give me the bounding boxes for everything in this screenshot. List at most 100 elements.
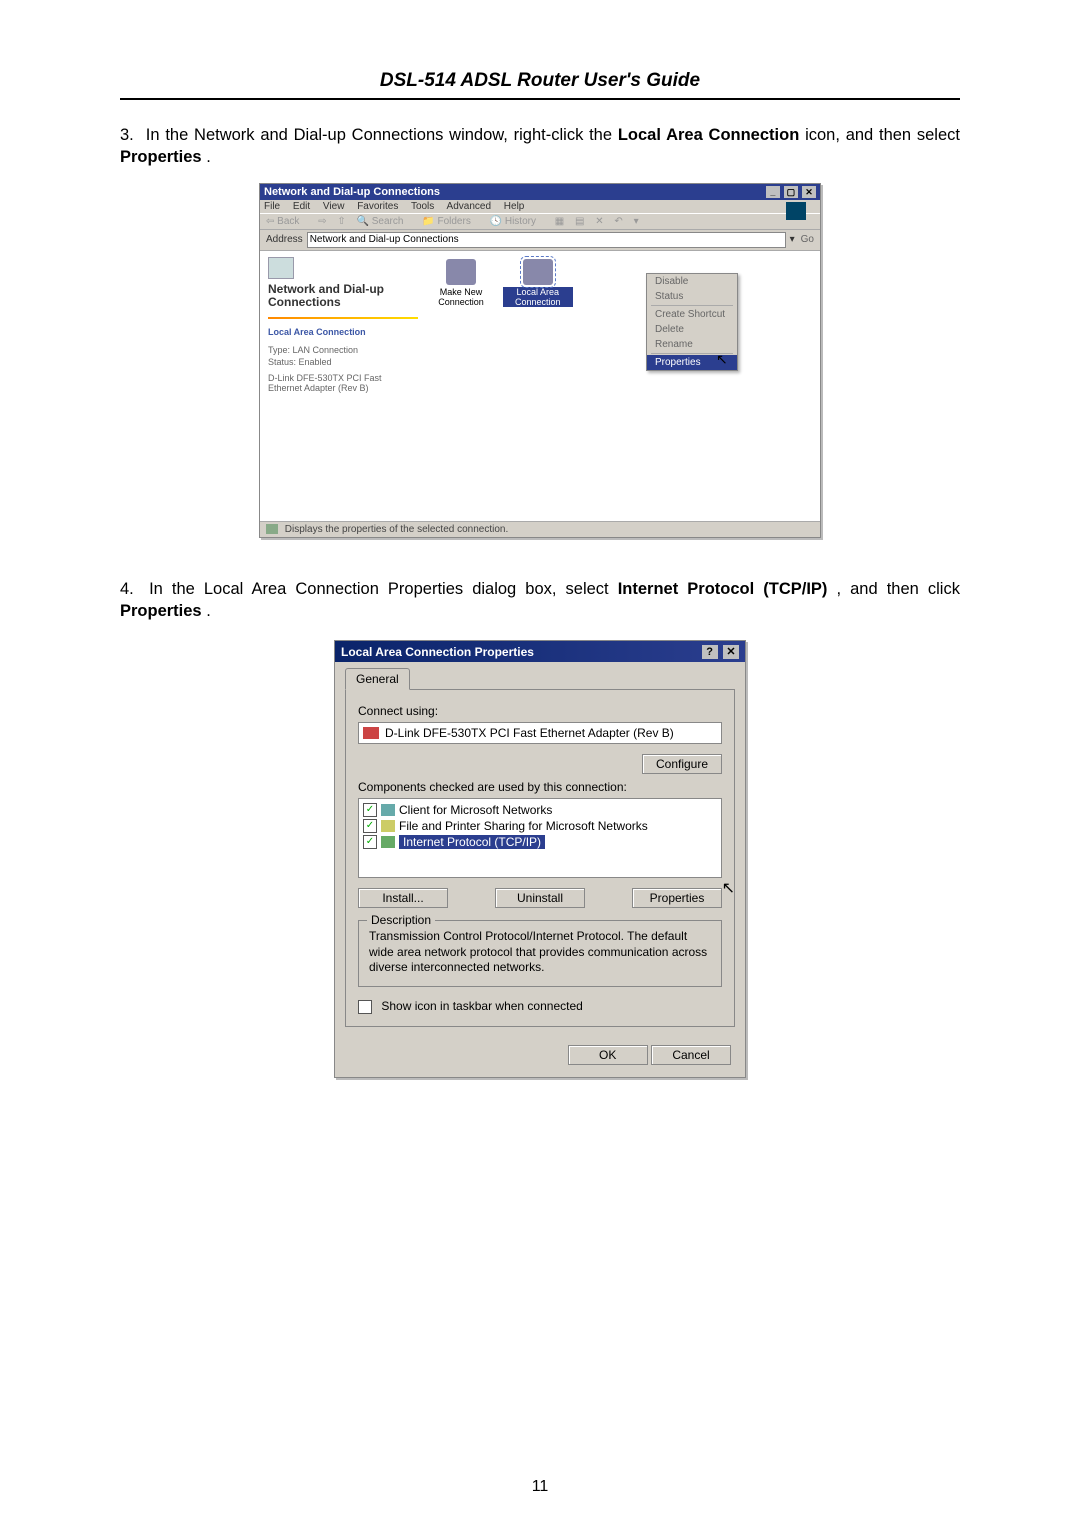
go-button[interactable]: Go — [801, 234, 814, 245]
address-bar: Address ▾ Go — [260, 230, 820, 251]
misc-tool-1-icon[interactable]: ▦ — [555, 216, 564, 227]
step-3-b1: Local Area Connection — [618, 126, 799, 144]
ok-button[interactable]: OK — [568, 1045, 648, 1065]
step-3-b2: Properties — [120, 148, 202, 166]
status-text: Displays the properties of the selected … — [285, 524, 508, 535]
content-area: Make New Connection Local Area Connectio… — [426, 251, 820, 521]
description-groupbox: Description Transmission Control Protoco… — [358, 920, 722, 987]
description-text: Transmission Control Protocol/Internet P… — [369, 929, 711, 976]
step-3-t2: icon, and then select — [805, 126, 960, 144]
side-device: D-Link DFE-530TX PCI Fast Ethernet Adapt… — [268, 373, 418, 393]
back-button[interactable]: ⇦ Back — [266, 216, 307, 227]
window-titlebar: Network and Dial-up Connections _ ▢ ✕ — [260, 184, 820, 200]
configure-button[interactable]: Configure — [642, 754, 722, 774]
adapter-box: D-Link DFE-530TX PCI Fast Ethernet Adapt… — [358, 722, 722, 744]
search-button[interactable]: 🔍 Search — [357, 216, 412, 227]
misc-tool-5-icon[interactable]: ▾ — [634, 216, 639, 227]
header-rule — [120, 98, 960, 100]
help-icon[interactable]: ? — [702, 645, 718, 659]
menu-favorites[interactable]: Favorites — [357, 201, 398, 212]
side-link: Local Area Connection — [268, 327, 418, 337]
misc-tool-3-icon[interactable]: ✕ — [595, 216, 603, 227]
step-3-t1: In the Network and Dial-up Connections w… — [146, 126, 618, 144]
dialog-titlebar: Local Area Connection Properties ? ✕ — [335, 641, 745, 662]
list-item[interactable]: File and Printer Sharing for Microsoft N… — [363, 818, 717, 834]
checkbox[interactable] — [363, 803, 377, 817]
component-icon — [381, 820, 395, 832]
local-area-connection-icon[interactable]: Local Area Connection — [503, 259, 573, 307]
checkbox[interactable] — [363, 819, 377, 833]
configure-row: Configure — [358, 754, 722, 774]
dialog-controls: ? ✕ — [700, 644, 739, 659]
ctx-rename[interactable]: Rename — [647, 337, 737, 352]
address-dropdown-icon[interactable]: ▾ — [790, 234, 795, 245]
window-controls: _ ▢ ✕ — [765, 186, 816, 198]
component-buttons: Install... Uninstall Properties — [358, 888, 722, 908]
dialog-bottom-buttons: OK Cancel — [335, 1037, 745, 1077]
menu-advanced[interactable]: Advanced — [447, 201, 491, 212]
tab-general[interactable]: General — [345, 668, 410, 690]
minimize-icon[interactable]: _ — [766, 186, 780, 198]
install-button[interactable]: Install... — [358, 888, 448, 908]
checkbox[interactable] — [363, 835, 377, 849]
step-4-num: 4. — [120, 578, 140, 600]
close-icon[interactable]: ✕ — [802, 186, 816, 198]
figure-2-wrap: Local Area Connection Properties ? ✕ Gen… — [120, 636, 960, 1078]
close-icon[interactable]: ✕ — [723, 645, 739, 659]
show-icon-row: Show icon in taskbar when connected — [358, 999, 722, 1014]
folder-icon — [268, 257, 294, 279]
address-input[interactable] — [307, 232, 786, 248]
components-list[interactable]: Client for Microsoft Networks File and P… — [358, 798, 722, 878]
lan-glyph-icon — [523, 259, 553, 285]
icon1-caption: Make New Connection — [426, 287, 496, 307]
menu-view[interactable]: View — [323, 201, 345, 212]
history-button[interactable]: 🕓 History — [490, 216, 544, 227]
menu-help[interactable]: Help — [504, 201, 525, 212]
ctx-status[interactable]: Status — [647, 289, 737, 304]
cursor-icon: ↖ — [716, 351, 728, 368]
side-panel: Network and Dial-up Connections Local Ar… — [260, 251, 426, 521]
maximize-icon[interactable]: ▢ — [784, 186, 798, 198]
up-button[interactable]: ⇧ — [337, 216, 345, 227]
connection-glyph-icon — [446, 259, 476, 285]
menu-tools[interactable]: Tools — [411, 201, 434, 212]
toolbar: ⇦ Back ⇨ ⇧ 🔍 Search 📁 Folders 🕓 History … — [260, 213, 820, 230]
ctx-delete[interactable]: Delete — [647, 322, 737, 337]
folders-button[interactable]: 📁 Folders — [422, 216, 479, 227]
nic-icon — [363, 727, 379, 739]
step-4-t3: . — [206, 602, 211, 620]
step-3: 3. In the Network and Dial-up Connection… — [120, 124, 960, 169]
misc-tool-2-icon[interactable]: ▤ — [575, 216, 584, 227]
forward-button[interactable]: ⇨ — [318, 216, 326, 227]
side-status: Status: Enabled — [268, 357, 418, 367]
misc-tool-4-icon[interactable]: ↶ — [614, 216, 622, 227]
cancel-button[interactable]: Cancel — [651, 1045, 731, 1065]
show-icon-label: Show icon in taskbar when connected — [381, 999, 582, 1013]
menu-file[interactable]: File — [264, 201, 280, 212]
list-item[interactable]: Internet Protocol (TCP/IP) — [363, 834, 717, 850]
side-divider — [268, 317, 418, 319]
ctx-disable[interactable]: Disable — [647, 274, 737, 289]
status-icon — [266, 524, 278, 534]
menu-edit[interactable]: Edit — [293, 201, 310, 212]
ctx-create-shortcut[interactable]: Create Shortcut — [647, 307, 737, 322]
step-4-t1: In the Local Area Connection Properties … — [149, 580, 618, 598]
step-4: 4. In the Local Area Connection Properti… — [120, 578, 960, 623]
uninstall-button[interactable]: Uninstall — [495, 888, 585, 908]
show-icon-checkbox[interactable] — [358, 1000, 372, 1014]
list-item[interactable]: Client for Microsoft Networks — [363, 802, 717, 818]
windows-logo-icon — [786, 202, 806, 220]
step-4-t2: , and then click — [836, 580, 960, 598]
network-connections-window: Network and Dial-up Connections _ ▢ ✕ Fi… — [259, 183, 821, 538]
properties-button[interactable]: Properties — [632, 888, 722, 908]
component-label-selected: Internet Protocol (TCP/IP) — [399, 835, 545, 849]
make-new-connection-icon[interactable]: Make New Connection — [426, 259, 496, 307]
component-label: Client for Microsoft Networks — [399, 803, 552, 817]
component-icon — [381, 836, 395, 848]
step-3-num: 3. — [120, 124, 140, 146]
icon2-caption: Local Area Connection — [503, 287, 573, 307]
page-number: 11 — [0, 1478, 1080, 1496]
side-heading: Network and Dial-up Connections — [268, 283, 418, 309]
dialog-title: Local Area Connection Properties — [341, 645, 534, 659]
cursor-icon: ↖ — [722, 878, 735, 898]
